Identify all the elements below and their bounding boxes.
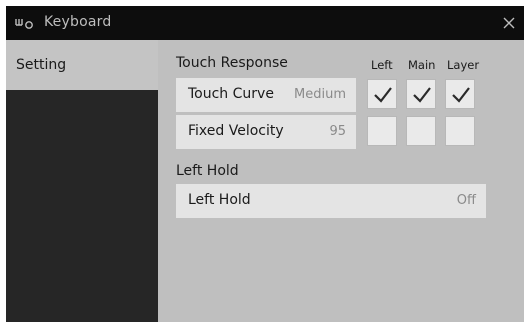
touch-curve-row[interactable]: Touch Curve Medium — [176, 78, 356, 112]
touch-response-heading: Touch Response — [176, 55, 288, 71]
column-main-label: Main — [408, 58, 436, 72]
close-icon[interactable] — [500, 14, 518, 32]
left-hold-value: Off — [456, 193, 476, 208]
touch-curve-value: Medium — [294, 87, 346, 102]
checkmark-icon — [413, 87, 431, 103]
checkmark-icon — [452, 87, 470, 103]
sidebar-tab-setting[interactable]: Setting — [6, 40, 158, 90]
sidebar-empty-area — [6, 90, 158, 322]
keyboard-hold-icon — [15, 19, 33, 29]
left-hold-heading: Left Hold — [176, 163, 239, 179]
checkmark-icon — [374, 87, 392, 103]
touch-curve-left-checkbox[interactable] — [367, 79, 397, 109]
sidebar-tab-label: Setting — [16, 57, 67, 73]
fixed-velocity-left-checkbox[interactable] — [367, 116, 397, 146]
left-hold-row[interactable]: Left Hold Off — [176, 184, 486, 218]
left-hold-label: Left Hold — [188, 192, 251, 208]
window-title: Keyboard — [44, 14, 112, 30]
fixed-velocity-layer-checkbox[interactable] — [445, 116, 475, 146]
title-bar: Keyboard — [6, 6, 524, 40]
keyboard-window: Keyboard Setting Touch Response Left Mai… — [6, 6, 524, 322]
fixed-velocity-row[interactable]: Fixed Velocity 95 — [176, 115, 356, 149]
column-left-label: Left — [371, 58, 393, 72]
fixed-velocity-value: 95 — [329, 124, 346, 139]
touch-curve-label: Touch Curve — [188, 86, 274, 102]
column-layer-label: Layer — [447, 58, 480, 72]
touch-curve-layer-checkbox[interactable] — [445, 79, 475, 109]
touch-curve-main-checkbox[interactable] — [406, 79, 436, 109]
fixed-velocity-label: Fixed Velocity — [188, 123, 284, 139]
fixed-velocity-main-checkbox[interactable] — [406, 116, 436, 146]
